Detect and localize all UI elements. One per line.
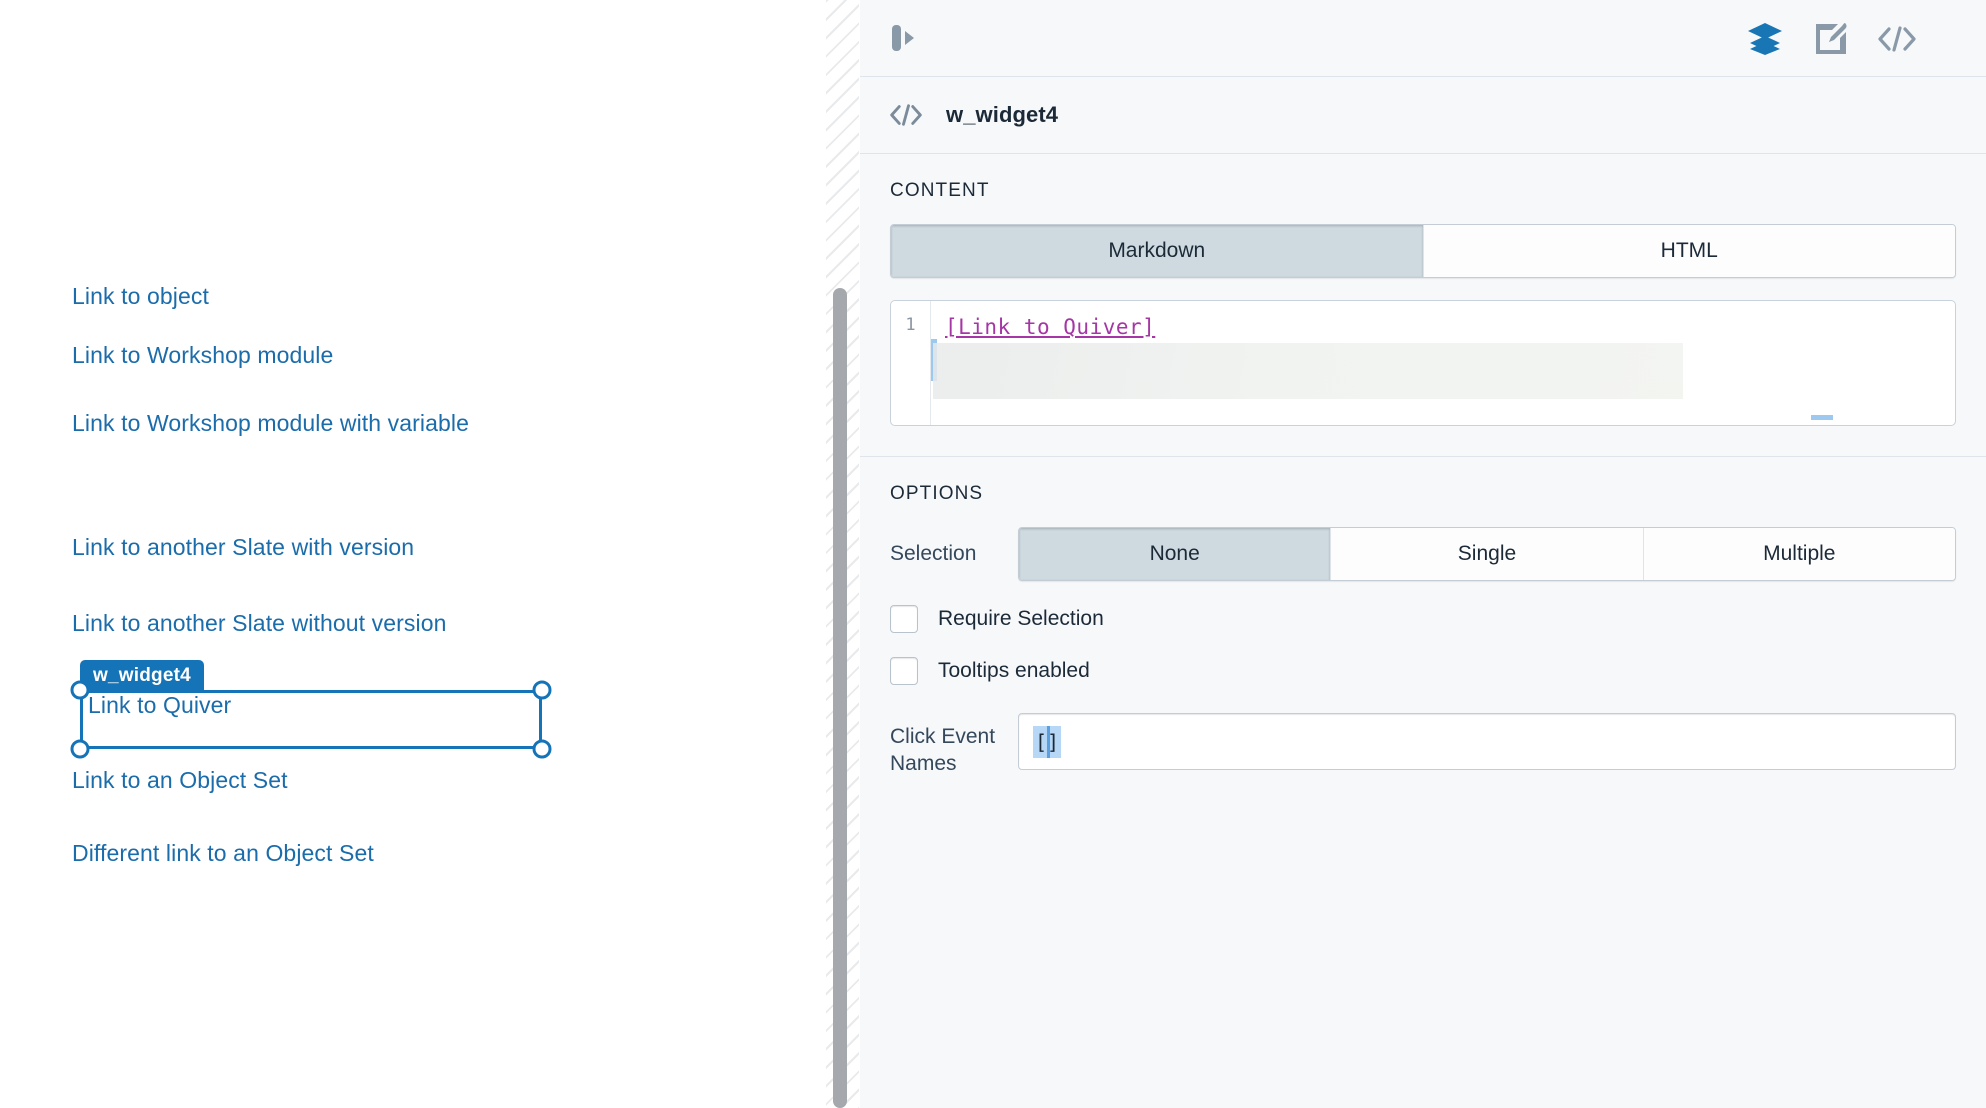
editor-line-number: 1 <box>891 301 931 425</box>
widget-inspector-panel: w_widget4 CONTENT Markdown HTML 1 [Link … <box>860 0 1986 1108</box>
canvas-link-slate-with-version[interactable]: Link to another Slate with version <box>72 534 414 561</box>
widget-selection-box[interactable] <box>80 690 542 749</box>
canvas-link-object-set-different[interactable]: Different link to an Object Set <box>72 840 374 867</box>
panel-toolbar-icons <box>1732 0 1986 77</box>
content-format-tabs: Markdown HTML <box>890 224 1956 278</box>
widget-header: w_widget4 <box>860 77 1986 154</box>
resize-handle-bottom-right[interactable] <box>532 739 552 759</box>
editor-code-line[interactable]: [Link to Quiver] <box>945 315 1955 339</box>
resize-handle-top-right[interactable] <box>532 680 552 700</box>
resize-handle-top-left[interactable] <box>70 680 90 700</box>
click-event-names-row: Click Event Names [] <box>890 713 1956 777</box>
options-section-title: OPTIONS <box>890 483 984 504</box>
paint-edit-icon[interactable] <box>1798 6 1864 72</box>
editor-autocomplete-popup[interactable] <box>933 343 1683 399</box>
editor-scroll-indicator <box>1811 415 1833 420</box>
tooltips-enabled-checkbox[interactable] <box>890 657 918 685</box>
click-event-names-value[interactable]: [] <box>1033 725 1062 758</box>
markdown-code-editor[interactable]: 1 [Link to Quiver] <box>890 300 1956 426</box>
canvas-link-workshop-module-variable[interactable]: Link to Workshop module with variable <box>72 410 469 437</box>
content-section: CONTENT Markdown HTML 1 [Link to Quiver] <box>860 154 1986 456</box>
resize-handle-bottom-left[interactable] <box>70 739 90 759</box>
widget-title: w_widget4 <box>946 102 1059 127</box>
tab-markdown[interactable]: Markdown <box>891 225 1424 277</box>
require-selection-label: Require Selection <box>938 607 1104 630</box>
selection-option-single[interactable]: Single <box>1331 528 1644 580</box>
click-event-names-input[interactable]: [] <box>1018 713 1956 770</box>
options-section: OPTIONS Selection None Single Multiple R… <box>860 456 1986 807</box>
layers-icon[interactable] <box>1732 6 1798 72</box>
code-icon[interactable] <box>1864 6 1930 72</box>
canvas-link-workshop-module[interactable]: Link to Workshop module <box>72 342 333 369</box>
slate-canvas: Link to object Link to Workshop module L… <box>0 0 826 1108</box>
canvas-scrollbar-thumb[interactable] <box>833 288 847 1108</box>
tooltips-enabled-label: Tooltips enabled <box>938 659 1090 682</box>
click-event-names-label: Click Event Names <box>890 725 996 775</box>
collapse-panel-icon[interactable] <box>878 12 930 64</box>
selection-mode-row: Selection None Single Multiple <box>890 527 1956 581</box>
tooltips-enabled-row[interactable]: Tooltips enabled <box>890 657 1956 685</box>
editor-code-area[interactable]: [Link to Quiver] <box>931 301 1955 425</box>
widget-selection-tag: w_widget4 <box>80 660 204 691</box>
selection-mode-tabs: None Single Multiple <box>1018 527 1956 581</box>
code-icon <box>890 103 922 127</box>
canvas-link-object-set[interactable]: Link to an Object Set <box>72 767 288 794</box>
require-selection-row[interactable]: Require Selection <box>890 605 1956 633</box>
app-root: Link to object Link to Workshop module L… <box>0 0 1986 1108</box>
tab-html[interactable]: HTML <box>1423 225 1955 277</box>
panel-toolbar <box>860 0 1986 77</box>
selection-option-none[interactable]: None <box>1019 528 1332 580</box>
selection-label: Selection <box>890 542 977 565</box>
canvas-link-slate-without-version[interactable]: Link to another Slate without version <box>72 610 446 637</box>
canvas-link-object[interactable]: Link to object <box>72 283 209 310</box>
selection-option-multiple[interactable]: Multiple <box>1643 528 1955 580</box>
require-selection-checkbox[interactable] <box>890 605 918 633</box>
content-section-title: CONTENT <box>890 180 990 201</box>
